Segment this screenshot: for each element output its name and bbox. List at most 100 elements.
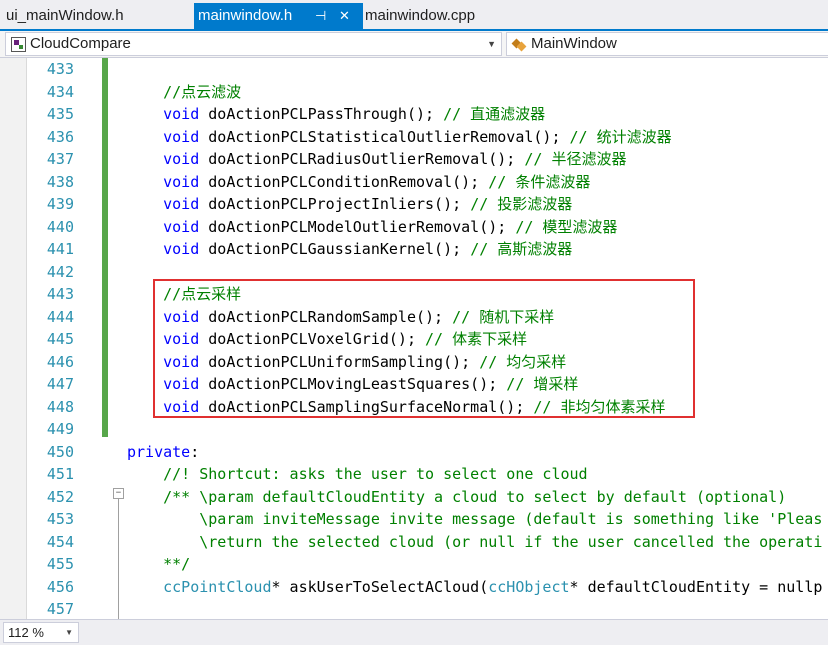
code-token: doActionPCLPassThrough(); [199,105,444,123]
code-token: doActionPCLProjectInliers(); [199,195,471,213]
scope-dropdown[interactable]: MainWindow [506,32,828,56]
tab-mainwindow-cpp[interactable]: mainwindow.cpp [365,3,475,29]
line-number: 449 [46,420,74,438]
code-text: //! Shortcut: asks the user to select on… [127,463,588,485]
code-token: void [127,105,200,123]
code-line[interactable]: 453 \param inviteMessage invite message … [0,508,828,531]
tab-mainwindow-h[interactable]: mainwindow.h ⊣ ✕ [194,3,363,29]
code-text: void doActionPCLGaussianKernel(); // 高斯滤… [127,238,572,260]
line-number: 443 [46,285,74,303]
code-text: /** \param defaultCloudEntity a cloud to… [127,486,786,508]
code-token: // 高斯滤波器 [470,240,573,258]
code-line[interactable]: 452 /** \param defaultCloudEntity a clou… [0,486,828,509]
code-token: //点云滤波 [127,82,242,101]
pin-icon[interactable]: ⊣ [315,3,326,29]
zoom-value: 112 % [8,625,44,640]
line-number: 456 [46,577,74,596]
code-token: void [127,150,200,168]
code-token: // 模型滤波器 [515,217,618,236]
project-dropdown-value: CloudCompare [30,35,131,52]
code-line[interactable]: 441 void doActionPCLGaussianKernel(); //… [0,238,828,261]
code-token: ccPointCloud [127,577,272,596]
line-number: 452 [46,487,74,506]
tab-ui-mainwindow-h[interactable]: ui_mainWindow.h [6,3,124,29]
line-number: 450 [46,442,74,461]
code-text: \param inviteMessage invite message (def… [127,508,822,530]
line-number: 439 [46,195,74,213]
code-token: void [127,240,200,258]
line-number: 442 [46,262,74,281]
line-number: 438 [46,172,74,191]
chevron-down-icon: ▼ [487,39,496,49]
code-line[interactable]: 434 //点云滤波 [0,81,828,104]
line-number: 446 [46,352,74,371]
code-token: //! Shortcut: asks the user to select on… [127,465,588,483]
line-number: 448 [46,397,74,416]
line-number: 441 [46,240,74,258]
scope-dropdown-value: MainWindow [531,35,617,52]
project-icon [11,37,26,52]
code-text: void doActionPCLPassThrough(); // 直通滤波器 [127,103,545,125]
code-text: ccPointCloud* askUserToSelectACloud(ccHO… [127,576,822,598]
code-editor[interactable]: − 433 434 //点云滤波 435 void doActionPCLPassT… [0,58,828,619]
code-line[interactable]: 456 ccPointCloud* askUserToSelectACloud(… [0,576,828,599]
code-token: // 直通滤波器 [443,105,546,123]
line-number: 436 [46,127,74,146]
tab-label: mainwindow.h [198,7,293,24]
code-token: doActionPCLConditionRemoval(); [199,172,489,191]
line-number: 433 [46,60,74,78]
code-token: \param inviteMessage invite message (def… [127,510,823,528]
code-token: void [127,172,200,191]
code-line[interactable]: 440 void doActionPCLModelOutlierRemoval(… [0,216,828,239]
code-line[interactable]: 449 [0,418,828,441]
code-line[interactable]: 450 private: [0,441,828,464]
code-token: * askUserToSelectACloud( [271,577,489,596]
line-number: 437 [46,150,74,168]
code-text: **/ [127,553,190,575]
line-number: 451 [46,465,74,483]
highlight-box [153,279,695,418]
line-number: 454 [46,532,74,551]
code-token: doActionPCLRadiusOutlierRemoval(); [199,150,525,168]
editor-status-bar: 112 % ▼ [0,619,828,645]
line-number: 453 [46,510,74,528]
code-token: void [127,195,200,213]
code-line[interactable]: 433 [0,58,828,81]
code-line[interactable]: 436 void doActionPCLStatisticalOutlierRe… [0,126,828,149]
code-line[interactable]: 438 void doActionPCLConditionRemoval(); … [0,171,828,194]
code-line[interactable]: 435 void doActionPCLPassThrough(); // 直通… [0,103,828,126]
code-token: * defaultCloudEntity = nullp [569,577,823,596]
chevron-down-icon: ▼ [65,628,73,637]
code-token: void [127,217,200,236]
code-token: \return the selected cloud (or null if t… [127,532,823,551]
code-token: doActionPCLGaussianKernel(); [199,240,471,258]
line-number: 434 [46,82,74,101]
code-token: ccHObject [488,577,570,596]
code-line[interactable]: 451 //! Shortcut: asks the user to selec… [0,463,828,486]
close-icon[interactable]: ✕ [339,3,350,29]
navigation-bar: CloudCompare ▼ MainWindow [0,31,828,58]
line-number: 435 [46,105,74,123]
line-number: 455 [46,555,74,573]
class-icon [511,37,527,52]
tab-label: mainwindow.cpp [365,7,476,24]
tab-label: ui_mainWindow.h [6,7,124,24]
line-number: 440 [46,217,74,236]
code-text: void doActionPCLRadiusOutlierRemoval(); … [127,148,626,170]
code-token: // 统计滤波器 [569,127,672,146]
code-line[interactable]: 454 \return the selected cloud (or null … [0,531,828,554]
code-text: void doActionPCLConditionRemoval(); // 条… [127,171,590,193]
code-token: // 半径滤波器 [524,150,627,168]
code-text: //点云滤波 [127,81,241,103]
code-token: void [127,127,200,146]
code-line[interactable]: 457 [0,598,828,619]
code-line[interactable]: 455 **/ [0,553,828,576]
code-text: void doActionPCLProjectInliers(); // 投影滤… [127,193,572,215]
code-line[interactable]: 439 void doActionPCLProjectInliers(); //… [0,193,828,216]
line-number: 457 [46,600,74,618]
code-token: // 投影滤波器 [470,195,573,213]
project-dropdown[interactable]: CloudCompare ▼ [5,32,502,56]
code-line[interactable]: 437 void doActionPCLRadiusOutlierRemoval… [0,148,828,171]
code-text: \return the selected cloud (or null if t… [127,531,822,553]
zoom-dropdown[interactable]: 112 % ▼ [3,622,79,643]
